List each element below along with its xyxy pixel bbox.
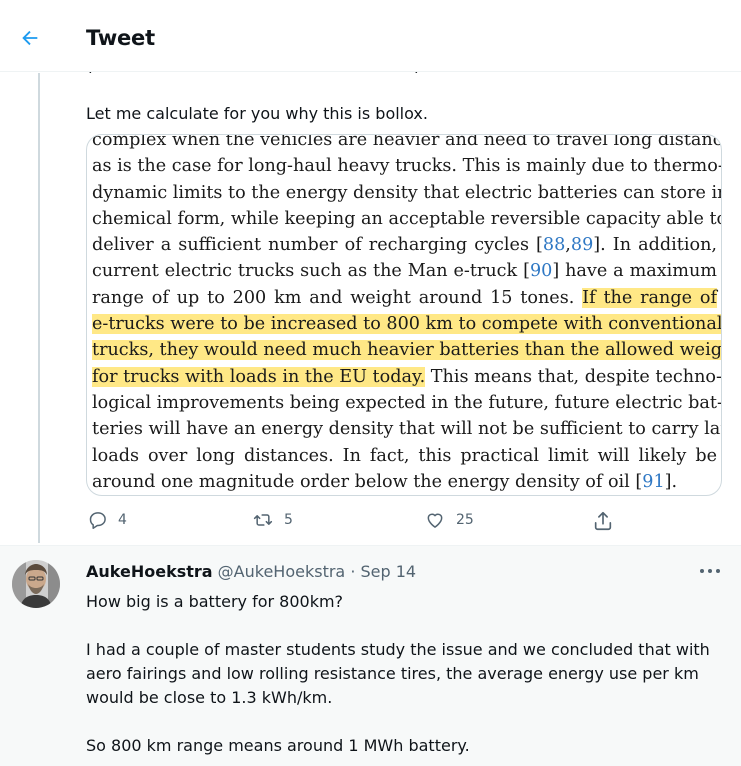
retweet-count: 5 [284, 512, 293, 528]
back-button[interactable] [14, 22, 46, 54]
paper-line: deliver a sufficient number of rechargin… [92, 232, 717, 258]
paper-line: around one magnitude order below the ene… [92, 469, 717, 495]
paper-text: around one magnitude order below the ene… [92, 471, 643, 492]
retweet-icon [253, 514, 273, 526]
paper-text: dynamic limits to the energy density tha… [92, 182, 722, 203]
author-handle[interactable]: @AukeHoekstra [218, 562, 346, 581]
paper-text: This means that, despite techno- [425, 366, 722, 387]
arrow-left-icon [22, 30, 38, 46]
more-icon [700, 569, 720, 573]
paper-line: teries will have an energy density that … [92, 416, 721, 442]
reply-paragraph: How big is a battery for 800km? [86, 592, 344, 611]
paper-text: ]. In addition, [593, 235, 717, 256]
paper-text: chemical form, while keeping an acceptab… [92, 208, 722, 229]
retweet-button[interactable]: 5 [252, 510, 293, 530]
like-count: 25 [456, 512, 474, 528]
reply-icon [89, 512, 106, 529]
reference-link: 91 [642, 471, 665, 492]
tweet-action-bar: 4 5 25 [86, 510, 626, 534]
paper-line: dynamic limits to the energy density tha… [92, 180, 721, 206]
thread-connector-line [38, 73, 40, 543]
reference-link: 89 [570, 235, 594, 256]
reply-paragraph: So 800 km range means around 1 MWh batte… [86, 736, 470, 755]
paper-text: loads over long distances. In fact, this… [92, 445, 717, 466]
highlighted-text: for trucks with loads in the EU today. [92, 366, 426, 387]
paper-text: logical improvements being expected in t… [92, 392, 722, 413]
page-title: Tweet [86, 26, 155, 50]
paper-line: current electric trucks such as the Man … [92, 258, 717, 284]
paper-text: ]. [664, 471, 678, 492]
paper-text: deliver a sufficient number of rechargin… [92, 235, 543, 256]
paper-text: as is the case for long-haul heavy truck… [92, 156, 722, 177]
paper-line: loads over long distances. In fact, this… [92, 443, 717, 469]
separator-dot: · [350, 562, 356, 581]
paper-line: complex when the vehicles are heavier an… [92, 135, 721, 153]
paper-line: range of up to 200 km and weight around … [92, 285, 717, 311]
paper-line: for trucks with loads in the EU today. T… [92, 364, 721, 390]
reference-link: 88 [542, 235, 566, 256]
reference-link: 90 [529, 261, 553, 282]
share-button[interactable] [592, 510, 614, 532]
share-icon [594, 511, 612, 531]
paper-line: chemical form, while keeping an acceptab… [92, 206, 721, 232]
highlighted-text: If the range of [582, 287, 717, 308]
paper-line: trucks, they would need much heavier bat… [92, 337, 721, 363]
reply-button[interactable]: 4 [88, 510, 127, 530]
tweet-image[interactable]: complex when the vehicles are heavier an… [86, 134, 722, 496]
avatar[interactable] [12, 560, 60, 608]
top-bar: Tweet [0, 0, 741, 72]
paper-line: logical improvements being expected in t… [92, 390, 721, 416]
reply-tweet[interactable]: AukeHoekstra @AukeHoekstra · Sep 14 How … [0, 546, 741, 766]
like-button[interactable]: 25 [424, 510, 474, 530]
tweet-date[interactable]: Sep 14 [361, 562, 417, 581]
reply-text: How big is a battery for 800km? I had a … [86, 590, 726, 758]
paper-line: as is the case for long-haul heavy truck… [92, 153, 721, 179]
scanned-paper-text: complex when the vehicles are heavier an… [92, 135, 721, 495]
tweet-text: Let me calculate for you why this is bol… [86, 104, 428, 123]
profile-photo [12, 560, 60, 608]
reply-count: 4 [118, 512, 127, 528]
paper-text: current electric trucks such as the Man … [92, 261, 530, 282]
paper-text: complex when the vehicles are heavier an… [92, 134, 722, 150]
highlighted-text: e-trucks were to be increased to 800 km … [92, 314, 722, 335]
author-name[interactable]: AukeHoekstra [86, 562, 213, 581]
more-button[interactable] [696, 562, 724, 580]
like-icon [427, 513, 443, 528]
paper-text: ] have a maximum [552, 261, 717, 282]
reply-header: AukeHoekstra @AukeHoekstra · Sep 14 [86, 562, 416, 581]
paper-text: teries will have an energy density that … [92, 419, 722, 440]
paper-text: range of up to 200 km and weight around … [92, 287, 583, 308]
paper-line: e-trucks were to be increased to 800 km … [92, 311, 721, 337]
highlighted-text: trucks, they would need much heavier bat… [92, 340, 721, 361]
reply-paragraph: I had a couple of master students study … [86, 640, 710, 707]
